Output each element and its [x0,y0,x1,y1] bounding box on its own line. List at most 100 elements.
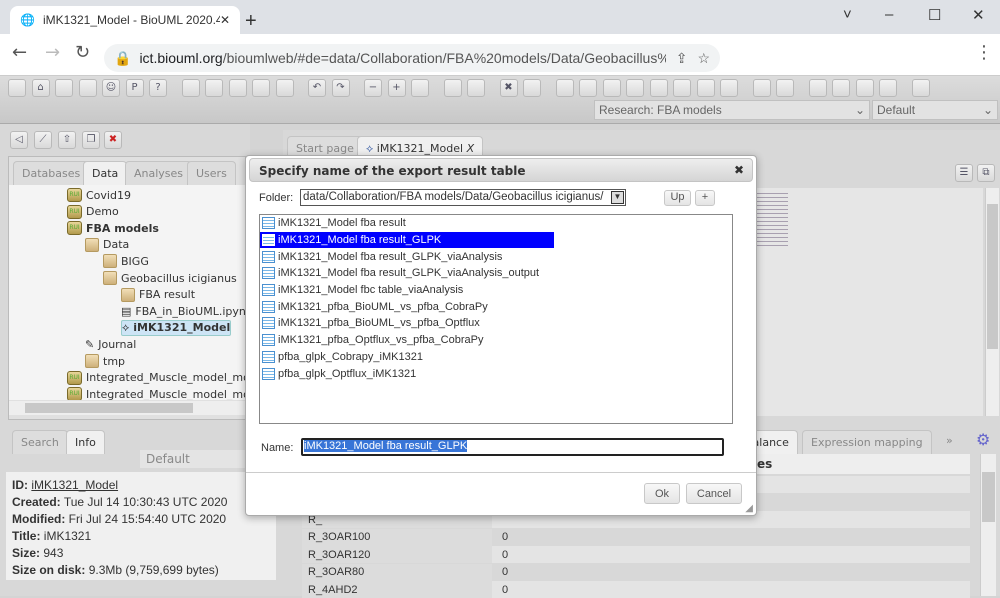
browser-tab[interactable]: 🌐 iMK1321_Model - BioUML 2020.4 ✕ [10,6,240,34]
perspective-select[interactable]: Default ⌄ [872,100,998,120]
zoom-out-icon[interactable]: − [364,79,382,97]
user-icon[interactable]: ☺ [102,79,120,97]
file-list-item[interactable]: iMK1321_Model fba result_GLPK_viaAnalysi… [260,248,554,265]
tree-node[interactable]: tmp [85,353,125,369]
name-input[interactable]: iMK1321_Model fba result_GLPK [301,438,724,456]
upload-icon[interactable] [252,79,270,97]
tree-node[interactable]: Data [85,237,129,253]
zoom-in-icon[interactable]: + [387,79,406,97]
research-select[interactable]: Research: FBA models ⌄ [594,100,870,120]
copy-icon[interactable]: ❐ [82,131,100,149]
reload-icon[interactable]: ↻ [75,42,90,63]
fit-icon[interactable] [411,79,429,97]
collapse-icon[interactable] [776,79,794,97]
align-top-icon[interactable] [555,79,574,97]
align-bottom-icon[interactable] [602,79,621,97]
tab-info[interactable]: Info [66,430,105,454]
link-icon[interactable] [911,79,930,97]
align-center-icon[interactable] [649,79,668,97]
home-icon[interactable]: ⌂ [31,79,50,97]
url-bar[interactable]: 🔒 ict.biouml.org /bioumlweb/#de=data/Col… [104,44,720,72]
bookmark-star-icon[interactable]: ☆ [697,50,710,67]
logout-icon[interactable] [8,79,26,97]
up-button[interactable]: Up [664,190,691,206]
table-row[interactable]: R_3OAR100 0 [302,528,970,546]
tree-node[interactable]: RUI Demo [67,204,119,220]
list-view-icon[interactable]: ☰ [955,164,973,182]
tree-horizontal-scrollbar[interactable] [9,401,245,415]
tree-node[interactable]: ▤ FBA_in_BioUML.ipynb [121,303,245,319]
undo-icon[interactable]: ↶ [308,79,326,97]
table-row[interactable]: R_4AHD2 0 [302,581,970,598]
layout-icon[interactable] [808,79,827,97]
list-icon[interactable] [467,79,485,97]
swap-icon[interactable] [855,79,874,97]
group-icon[interactable] [879,79,897,97]
help-icon[interactable]: ? [149,79,167,97]
folder-select[interactable]: data/Collaboration/FBA models/Data/Geoba… [300,189,626,206]
diagram-vertical-scrollbar[interactable] [985,188,999,416]
more-tabs-button[interactable]: » [946,434,953,447]
p-icon[interactable]: P [125,79,144,97]
table-row[interactable]: R_3OAR80 0 [302,563,970,581]
redo-icon[interactable]: ↷ [331,79,350,97]
connector-icon[interactable] [443,79,462,97]
file-list-item[interactable]: iMK1321_pfba_BioUML_vs_pfba_CobraPy [260,298,554,315]
tab-databases[interactable]: Databases [13,161,90,185]
file-list-item[interactable]: iMK1321_Model fba result_GLPK_viaAnalysi… [260,265,554,282]
resize-grip-icon[interactable]: ◢ [745,503,753,514]
chat-icon[interactable]: ⧉ [977,164,995,182]
close-window-button[interactable]: ✕ [972,6,985,24]
tree-node[interactable]: RUI FBA models [67,220,159,236]
tab-users[interactable]: Users [187,161,236,185]
tree-node[interactable]: ⟡ iMK1321_Model [121,319,232,336]
file-list-item[interactable]: iMK1321_Model fba result_GLPK [260,231,554,249]
open-icon[interactable]: ◁ [10,131,28,149]
tab-analyses[interactable]: Analyses [125,161,193,185]
close-icon[interactable]: ✖ [734,163,744,177]
file-list-item[interactable]: iMK1321_pfba_Optflux_vs_pfba_CobraPy [260,332,554,349]
table-row[interactable]: R_3OAR120 0 [302,546,970,563]
import-icon[interactable] [228,79,247,97]
file-list-item[interactable]: pfba_glpk_Cobrapy_iMK1321 [260,349,554,366]
tab-search-button[interactable]: ˅ [843,6,852,23]
file-list-item[interactable]: iMK1321_Model fba result [260,215,554,232]
align-middle-icon[interactable] [579,79,597,97]
expand-icon[interactable] [752,79,771,97]
delete-icon[interactable]: ✖ [104,131,122,149]
layout-horizontal-icon[interactable] [55,79,73,97]
tab-data[interactable]: Data [83,161,128,185]
file-list-item[interactable]: pfba_glpk_Optflux_iMK1321 [260,365,554,382]
module-icon[interactable] [832,79,850,97]
layout-vertical-icon[interactable] [78,79,97,97]
save-icon[interactable] [181,79,200,97]
new-folder-button[interactable]: + [695,190,715,206]
download-icon[interactable] [275,79,294,97]
align-right-icon[interactable] [673,79,691,97]
close-tab-icon[interactable]: X [467,142,475,155]
back-icon[interactable]: ← [12,42,27,63]
distribute-h-icon[interactable] [696,79,715,97]
distribute-v-icon[interactable] [720,79,738,97]
table-vertical-scrollbar[interactable] [980,454,996,596]
tree-node[interactable]: BIGG [103,253,149,269]
tree-node[interactable]: ✎ Journal [85,336,136,352]
tree-node[interactable]: RUI Covid19 [67,187,131,203]
share-icon[interactable]: ⇪ [676,50,688,67]
tab-expression-mapping[interactable]: Expression mapping [802,430,932,454]
copy-icon[interactable] [205,79,223,97]
forward-icon[interactable]: → [45,42,60,63]
minimize-button[interactable]: – [885,6,893,23]
file-list-item[interactable]: iMK1321_pfba_BioUML_vs_pfba_Optflux [260,315,554,332]
upload-icon[interactable]: ⇧ [58,131,76,149]
align-left-icon[interactable] [626,79,644,97]
menu-icon[interactable]: ⋮ [975,42,993,63]
tab-search[interactable]: Search [12,430,68,454]
delete-icon[interactable]: ✖ [499,79,518,97]
refresh-icon[interactable] [523,79,541,97]
tree-node[interactable]: Geobacillus icigianus [103,270,237,286]
ok-button[interactable]: Ok [644,483,680,504]
info-id-link[interactable]: iMK1321_Model [31,478,118,492]
tree-node[interactable]: FBA result [121,287,195,303]
file-list-item[interactable]: iMK1321_Model fbc table_viaAnalysis [260,282,554,299]
